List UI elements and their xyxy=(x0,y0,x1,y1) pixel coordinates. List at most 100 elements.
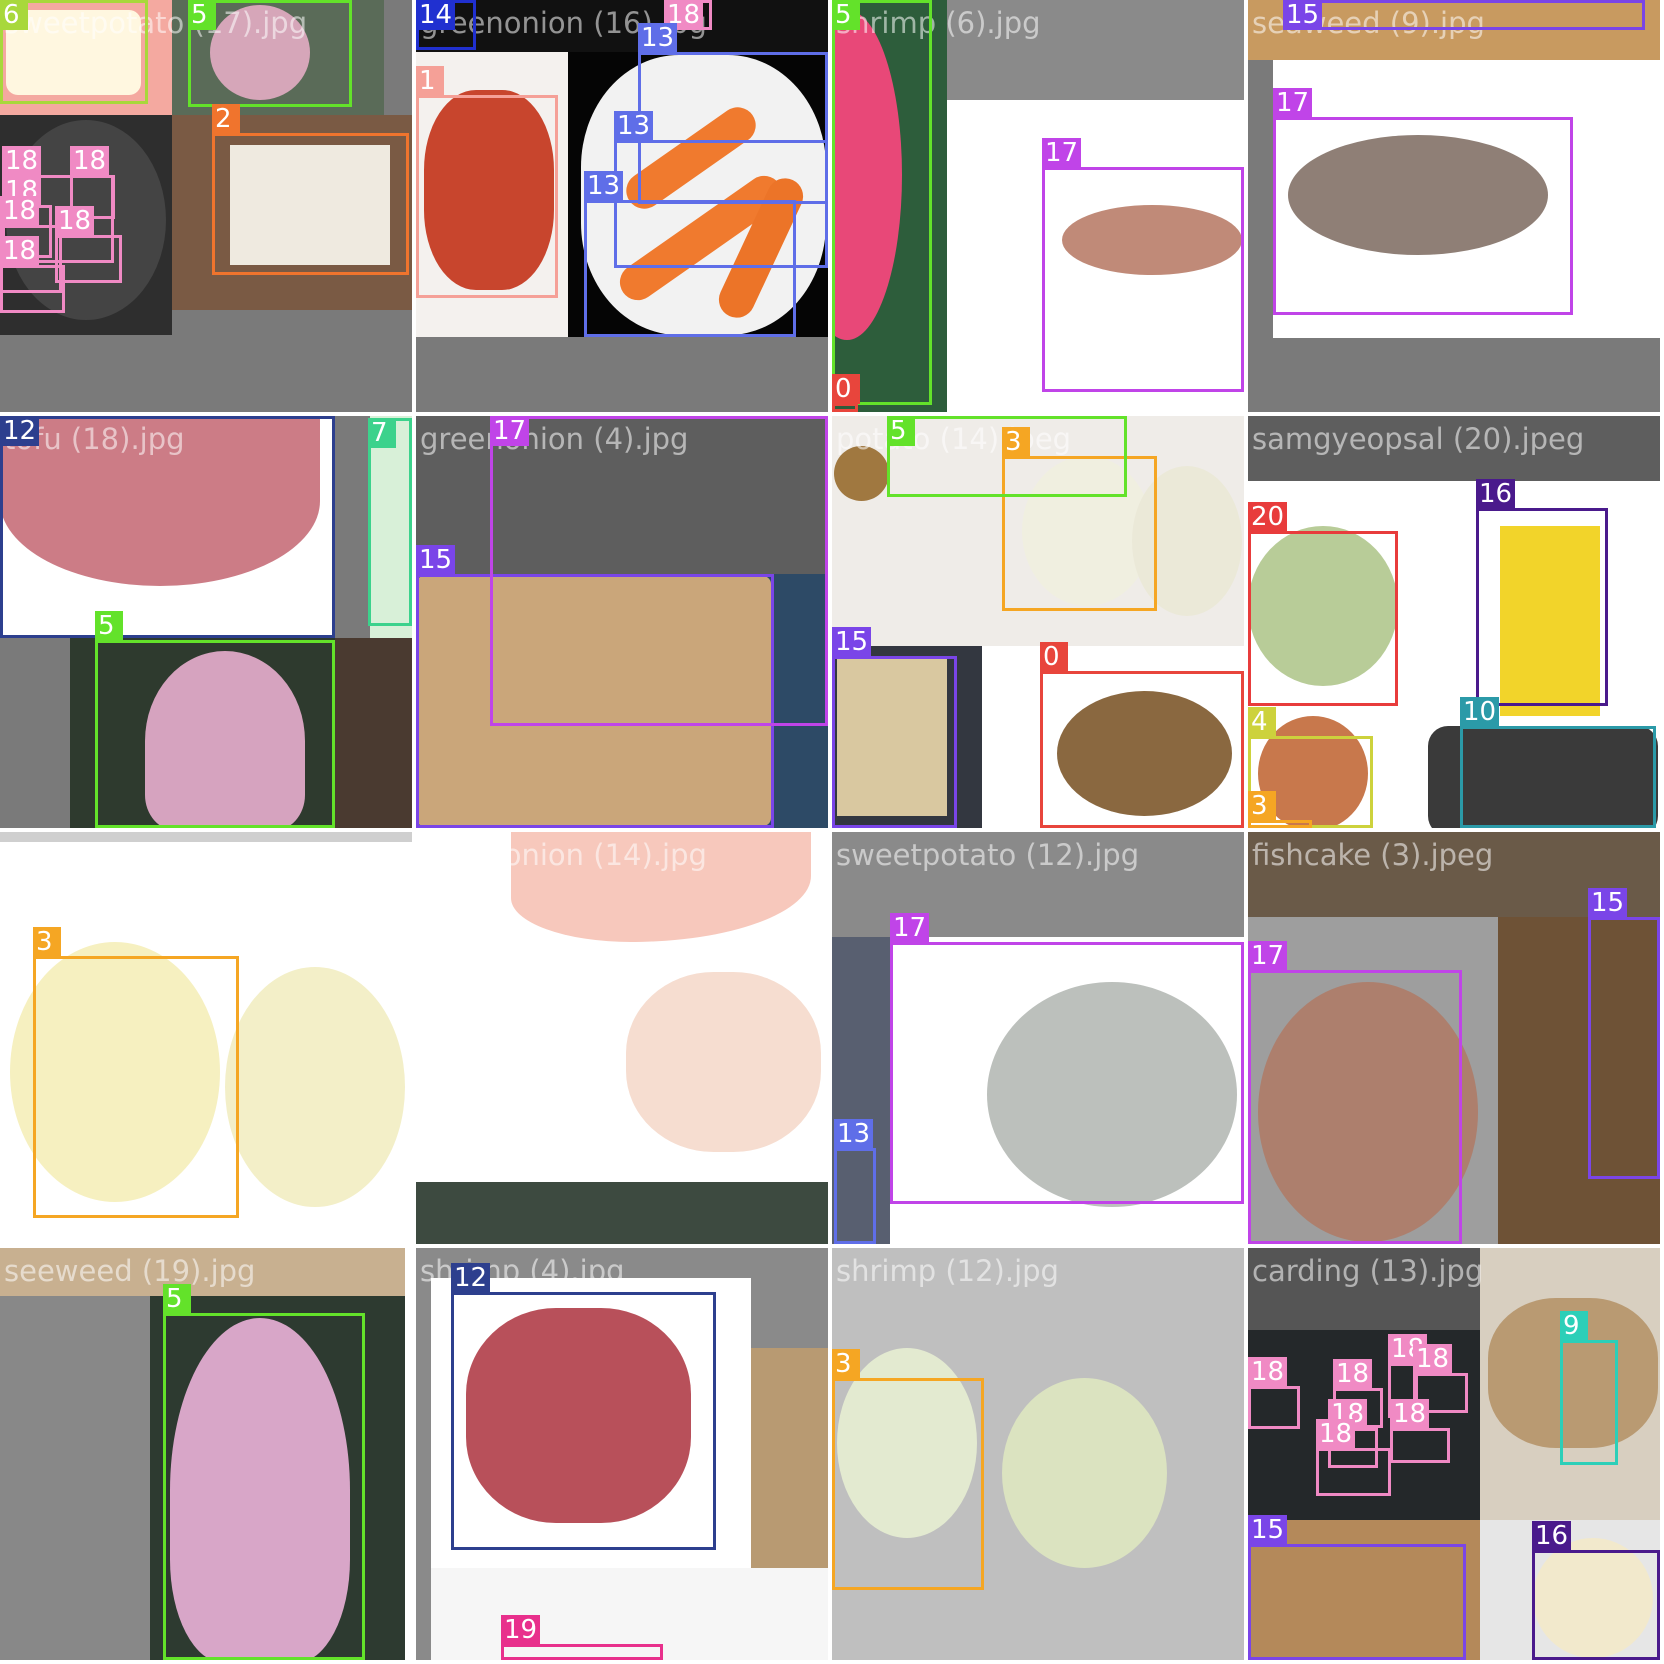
detection-box: 12 xyxy=(451,1263,716,1550)
detection-box: 5 xyxy=(95,611,335,828)
detection-label: 13 xyxy=(614,111,654,141)
detection-label: 5 xyxy=(163,1284,191,1314)
detection-box: 0 xyxy=(832,374,860,412)
detection-box: 14 xyxy=(416,0,476,50)
detection-label: 18 xyxy=(0,196,40,226)
detection-box: 13 xyxy=(584,171,796,337)
detection-label: 5 xyxy=(832,0,860,30)
detection-label: 3 xyxy=(33,927,61,957)
detection-label: 16 xyxy=(1476,479,1516,509)
detection-box: 0 xyxy=(1040,642,1244,828)
detection-box: 18 xyxy=(55,206,122,283)
detection-label: 0 xyxy=(832,374,860,404)
detection-label: 15 xyxy=(1588,888,1628,918)
detection-box: 1 xyxy=(416,66,558,298)
detection-box: 17 xyxy=(490,416,828,726)
mosaic-tile: greenonion (4).jpg 15 17 xyxy=(416,416,828,828)
image-piece xyxy=(0,1296,150,1660)
image-piece xyxy=(335,638,412,828)
image-piece xyxy=(405,1248,412,1660)
detection-box: 17 xyxy=(890,913,1244,1204)
mosaic-tile: greenonion (16).jpg 14 18 1 13 13 13 xyxy=(416,0,828,412)
mosaic-tile: seaweed (9).jpg 15 17 xyxy=(1248,0,1660,412)
onion-shape xyxy=(1002,1378,1167,1568)
detection-label: 4 xyxy=(1248,707,1276,737)
image-piece xyxy=(416,1182,828,1244)
detection-label: 15 xyxy=(416,545,456,575)
mosaic-grid: sweetpotato (17).jpg 6 5 2 18 18 18 18 18 18 gre… xyxy=(0,0,1664,1664)
detection-box: 15 xyxy=(1283,0,1645,30)
mosaic-tile: sweetpotato (17).jpg 6 5 2 18 18 18 18 18 18 xyxy=(0,0,412,412)
mosaic-tile: tofu (18).jpg 12 7 5 xyxy=(0,416,412,828)
detection-label: 13 xyxy=(584,171,624,201)
detection-label: 18 xyxy=(55,206,95,236)
detection-box: 10 xyxy=(1460,697,1656,828)
detection-label: 18 xyxy=(1390,1399,1430,1429)
detection-box: 5 xyxy=(188,0,352,107)
detection-box: 15 xyxy=(1248,1515,1466,1660)
detection-label: 5 xyxy=(887,416,915,446)
tile-title: samgyeopsal (20).jpeg xyxy=(1252,422,1585,456)
detection-box: 15 xyxy=(1588,888,1660,1179)
mosaic-tile: seeweed (19).jpg 5 xyxy=(0,1248,412,1660)
detection-box: 18 xyxy=(1390,1399,1450,1463)
mosaic-tile: onion (2).jpg 3 xyxy=(0,832,412,1244)
detection-label: 18 xyxy=(1248,1357,1288,1387)
tile-title: fishcake (3).jpeg xyxy=(1252,838,1494,872)
detection-label: 1 xyxy=(416,66,444,96)
detection-label: 5 xyxy=(188,0,216,30)
detection-box: 16 xyxy=(1476,479,1608,706)
detection-label: 16 xyxy=(1532,1521,1572,1551)
tile-title: seeweed (19).jpg xyxy=(4,1254,256,1288)
detection-label: 19 xyxy=(501,1615,541,1645)
detection-label: 17 xyxy=(890,913,930,943)
detection-box: 9 xyxy=(1560,1311,1618,1465)
detection-label: 15 xyxy=(1283,0,1323,30)
detection-box: 5 xyxy=(163,1284,365,1660)
detection-box: 18 xyxy=(0,236,65,313)
detection-box: 3 xyxy=(1248,791,1312,828)
detection-label: 10 xyxy=(1460,697,1500,727)
detection-label: 17 xyxy=(1248,941,1288,971)
detection-box: 18 xyxy=(1316,1419,1391,1496)
detection-box: 3 xyxy=(832,1349,984,1590)
detection-label: 18 xyxy=(1333,1359,1373,1389)
detection-label: 17 xyxy=(1273,88,1313,118)
food-shape xyxy=(626,972,821,1152)
mosaic-tile: fishcake (3).jpeg 15 17 xyxy=(1248,832,1660,1244)
detection-box: 6 xyxy=(0,0,148,104)
mosaic-tile: greenonion (14).jpg xyxy=(416,832,828,1244)
detection-box: 5 xyxy=(832,0,932,405)
detection-label: 0 xyxy=(1040,642,1068,672)
mosaic-tile: sweetpotato (12).jpg 17 13 xyxy=(832,832,1244,1244)
detection-label: 9 xyxy=(1560,1311,1588,1341)
detection-label: 18 xyxy=(1413,1344,1453,1374)
tile-title: shrimp (12).jpg xyxy=(836,1254,1059,1288)
detection-box: 16 xyxy=(1532,1521,1660,1660)
mosaic-tile: carding (13).jpg 9 18 18 18 18 18 18 18 15 16 xyxy=(1248,1248,1660,1660)
detection-box: 20 xyxy=(1248,502,1398,706)
detection-label: 17 xyxy=(490,416,530,446)
detection-label: 2 xyxy=(212,104,240,134)
detection-box: 17 xyxy=(1273,88,1573,315)
detection-label: 3 xyxy=(1248,791,1276,821)
detection-box: 2 xyxy=(212,104,409,275)
detection-box: 18 xyxy=(1248,1357,1300,1429)
mosaic-tile: shrimp (6).jpg 5 17 0 xyxy=(832,0,1244,412)
detection-box: 17 xyxy=(1042,138,1244,392)
detection-box: 12 xyxy=(0,416,335,638)
mosaic-tile: potato (14).jpeg 3 15 0 5 xyxy=(832,416,1244,828)
detection-label: 3 xyxy=(832,1349,860,1379)
detection-label: 5 xyxy=(95,611,123,641)
onion-shape xyxy=(225,967,405,1207)
detection-label: 18 xyxy=(2,146,42,176)
detection-box: 15 xyxy=(832,627,957,828)
detection-box: 13 xyxy=(834,1119,876,1244)
detection-label: 6 xyxy=(0,0,28,30)
detection-box: 3 xyxy=(33,927,239,1218)
detection-box: 7 xyxy=(368,418,412,626)
detection-box: 5 xyxy=(887,416,1127,497)
detection-label: 7 xyxy=(368,418,396,448)
tile-title: onion (2).jpg xyxy=(4,838,189,872)
image-piece xyxy=(751,1348,828,1568)
